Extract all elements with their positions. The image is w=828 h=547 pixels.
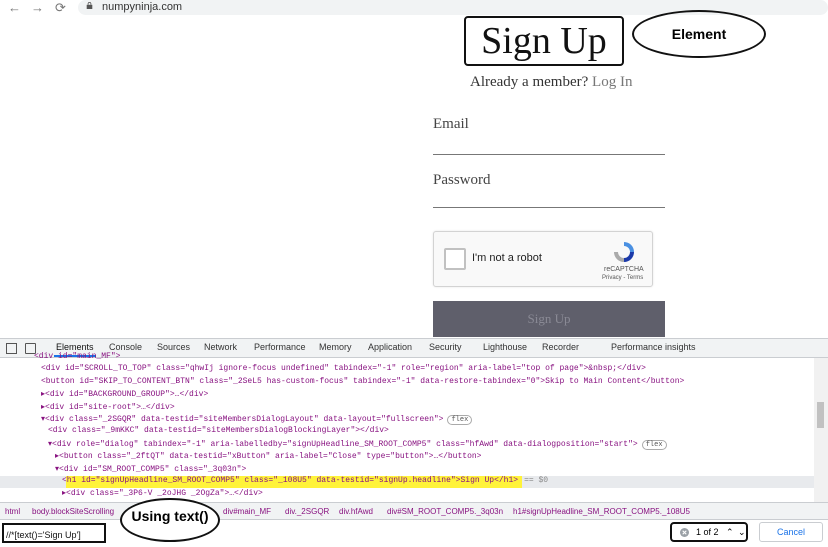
- dom-node-line[interactable]: ▾<div id="SM_ROOT_COMP5" class="_3q03n">: [55, 464, 246, 474]
- dom-node-line[interactable]: <div id="main_MF">: [34, 352, 120, 361]
- recaptcha-brand: reCAPTCHA: [604, 266, 644, 273]
- reload-icon[interactable]: ⟳: [55, 0, 66, 15]
- recaptcha-logo-icon: [614, 242, 634, 262]
- password-label: Password: [433, 172, 491, 188]
- devtools-tab-network[interactable]: Network: [204, 342, 237, 352]
- breadcrumb-item[interactable]: div#main_MF: [223, 507, 271, 516]
- lock-icon: [86, 2, 93, 9]
- cancel-search-button[interactable]: Cancel: [759, 522, 823, 542]
- signup-button[interactable]: Sign Up: [433, 301, 665, 337]
- dom-node-line[interactable]: ▸<button class="_2ftQT" data-testid="xBu…: [55, 451, 481, 461]
- breadcrumb-item[interactable]: html: [5, 507, 20, 516]
- devtools-tab-sources[interactable]: Sources: [157, 342, 190, 352]
- selected-dom-node[interactable]: <h1 id="signUpHeadline_SM_ROOT_COMP5" cl…: [62, 476, 548, 485]
- back-arrow-icon[interactable]: ←: [8, 0, 21, 15]
- devtools-tab-bar: Elements Console Sources Network Performance…: [0, 339, 828, 358]
- signup-title-highlight-box: Sign Up: [464, 16, 624, 66]
- selected-node-suffix: == $0: [524, 476, 549, 485]
- flex-badge[interactable]: flex: [447, 415, 473, 425]
- inspect-element-icon[interactable]: [6, 343, 17, 354]
- already-member-text: Already a member?: [470, 74, 589, 90]
- using-text-callout: Using text(): [120, 498, 220, 542]
- devtools-tab-lighthouse[interactable]: Lighthouse: [483, 342, 527, 352]
- recaptcha-label: I'm not a robot: [472, 252, 542, 264]
- match-navigation: 1 of 2 ⌃ ⌄: [670, 522, 748, 542]
- breadcrumb-item[interactable]: div.hfAwd: [339, 507, 373, 516]
- previous-match-icon[interactable]: ⌃: [726, 524, 734, 540]
- email-input[interactable]: [433, 154, 665, 155]
- recaptcha-widget: I'm not a robot reCAPTCHA Privacy - Term…: [433, 231, 653, 287]
- breadcrumb-item[interactable]: h1#signUpHeadline_SM_ROOT_COMP5._108U5: [513, 507, 690, 516]
- dom-node-line[interactable]: <button id="SKIP_TO_CONTENT_BTN" class="…: [41, 377, 684, 386]
- dom-tree-scrollbar[interactable]: [814, 358, 828, 502]
- forward-arrow-icon[interactable]: →: [31, 0, 44, 15]
- recaptcha-checkbox[interactable]: [444, 248, 466, 270]
- devtools-tab-performance[interactable]: Performance: [254, 342, 306, 352]
- devtools-tab-elements[interactable]: Elements: [56, 342, 94, 352]
- signup-title: Sign Up: [481, 20, 607, 62]
- password-input[interactable]: [433, 207, 665, 208]
- dom-node-line[interactable]: ▸<div id="site-root">…</div>: [41, 402, 175, 412]
- dom-node-line[interactable]: <div class="_9mKKC" data-testid="siteMem…: [48, 426, 389, 435]
- dom-node-line[interactable]: ▾<div class="_2SGQR" data-testid="siteMe…: [41, 414, 473, 425]
- scrollbar-thumb[interactable]: [817, 402, 824, 428]
- breadcrumb-item[interactable]: div#SM_ROOT_COMP5._3q03n: [387, 507, 503, 516]
- flex-badge[interactable]: flex: [641, 439, 667, 450]
- next-match-icon[interactable]: ⌄: [738, 524, 746, 540]
- dom-node-line[interactable]: ▸<div id="BACKGROUND_GROUP">…</div>: [41, 389, 208, 399]
- devtools-tab-performance-insights[interactable]: Performance insights: [611, 342, 696, 352]
- devtools-tab-console[interactable]: Console: [109, 342, 142, 352]
- match-count: 1 of 2: [696, 527, 719, 537]
- dom-tree[interactable]: <div id="main_MF"> <div id="SCROLL_TO_TOP…: [0, 352, 814, 502]
- breadcrumb-item[interactable]: div._2SGQR: [285, 507, 329, 516]
- devtools-tab-security[interactable]: Security: [429, 342, 462, 352]
- xpath-search-input[interactable]: //*[text()='Sign Up']: [2, 523, 106, 543]
- clear-search-icon[interactable]: [680, 528, 689, 537]
- dom-node-line[interactable]: <div id="SCROLL_TO_TOP" class="qhwIj ign…: [41, 364, 646, 373]
- recaptcha-privacy-terms[interactable]: Privacy - Terms: [602, 275, 643, 281]
- dom-node-line[interactable]: ▸<div class="_3P6-V _2oJHG _2OgZa">…</di…: [62, 488, 263, 498]
- dom-node-line[interactable]: ▾<div role="dialog" tabindex="-1" aria-l…: [48, 439, 667, 450]
- element-callout: Element: [632, 10, 766, 58]
- already-member-line: Already a member? Log In: [470, 74, 632, 91]
- devtools-tab-memory[interactable]: Memory: [319, 342, 352, 352]
- email-label: Email: [433, 116, 469, 132]
- breadcrumb-item[interactable]: body.blockSiteScrolling: [32, 507, 114, 516]
- devtools-tab-application[interactable]: Application: [368, 342, 412, 352]
- login-link[interactable]: Log In: [592, 74, 632, 90]
- url-text: numpyninja.com: [102, 1, 183, 13]
- devtools-tab-recorder[interactable]: Recorder: [542, 342, 579, 352]
